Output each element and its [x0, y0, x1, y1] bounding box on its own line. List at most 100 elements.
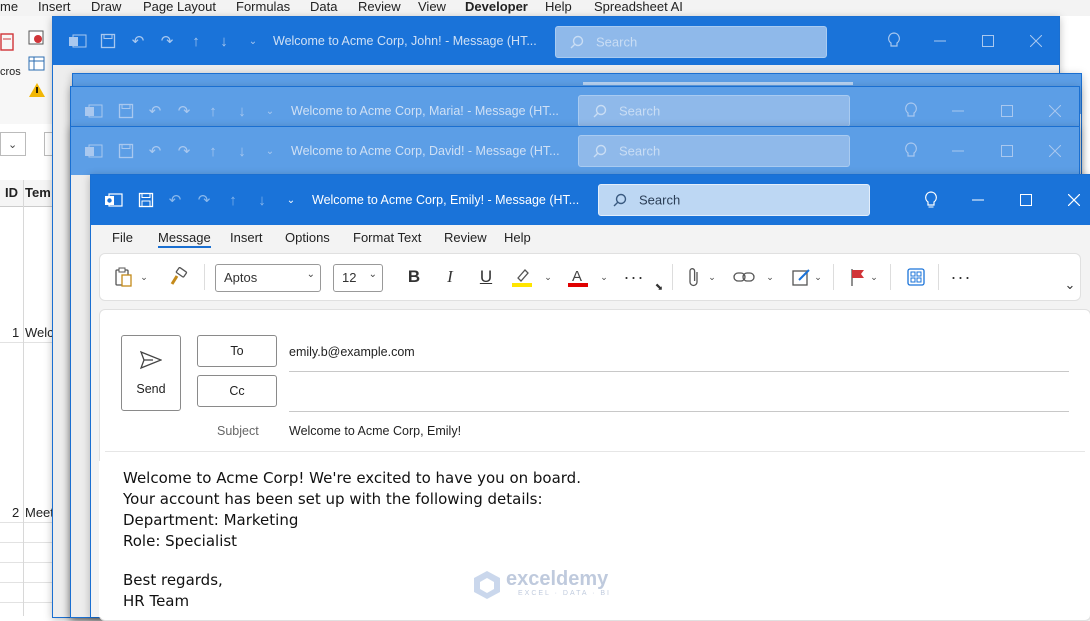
search-box-david[interactable]: Search	[578, 135, 850, 167]
minimize-icon[interactable]	[929, 17, 951, 65]
excel-menu-spreadsheet-ai[interactable]: Spreadsheet AI	[594, 0, 683, 14]
titlebar-john[interactable]: ↶ ↷ ↑ ↓ ⌄ Welcome to Acme Corp, John! - …	[53, 17, 1059, 65]
cc-button[interactable]: Cc	[197, 375, 277, 407]
paste-dropdown-icon[interactable]: ⌄	[138, 254, 150, 300]
title-david: Welcome to Acme Corp, David! - Message (…	[291, 144, 560, 158]
excel-menu-help[interactable]: Help	[545, 0, 572, 14]
save-icon[interactable]	[115, 127, 137, 175]
more-options-icon[interactable]: ···	[622, 254, 646, 300]
redo-icon[interactable]: ↷	[156, 17, 178, 65]
tab-file[interactable]: File	[112, 230, 133, 245]
undo-icon[interactable]: ↶	[127, 17, 149, 65]
save-icon[interactable]	[135, 175, 157, 225]
record-macro-icon[interactable]	[28, 30, 46, 46]
attach-dropdown-icon[interactable]: ⌄	[706, 254, 718, 300]
excel-menu-page-layout[interactable]: Page Layout	[143, 0, 216, 14]
undo-icon[interactable]: ↶	[164, 175, 186, 225]
down-arrow-icon[interactable]: ↓	[231, 127, 253, 175]
italic-icon[interactable]: I	[438, 254, 462, 300]
excel-menu-review[interactable]: Review	[358, 0, 401, 14]
tab-options[interactable]: Options	[285, 230, 330, 245]
font-name-select[interactable]: Aptos ⌄	[215, 264, 321, 292]
row2-id[interactable]: 2	[12, 505, 19, 520]
collapse-ribbon-icon[interactable]: ⌄	[1062, 262, 1078, 308]
excel-menu-home[interactable]: me	[0, 0, 18, 14]
save-icon[interactable]	[97, 17, 119, 65]
attach-file-icon[interactable]	[682, 254, 706, 300]
titlebar-emily[interactable]: ↶ ↷ ↑ ↓ ⌄ Welcome to Acme Corp, Emily! -…	[91, 175, 1090, 225]
apps-icon[interactable]	[904, 254, 928, 300]
more-commands-icon[interactable]: ···	[948, 254, 974, 300]
up-arrow-icon[interactable]: ↑	[202, 127, 224, 175]
row1-template[interactable]: Welc	[25, 325, 54, 340]
excel-menu-data[interactable]: Data	[310, 0, 337, 14]
up-arrow-icon[interactable]: ↑	[185, 17, 207, 65]
cc-field[interactable]	[289, 388, 1069, 408]
to-field[interactable]: emily.b@example.com	[289, 345, 415, 359]
search-box-maria[interactable]: Search	[578, 95, 850, 127]
excel-menu-developer[interactable]: Developer	[465, 0, 528, 14]
excel-menu-formulas[interactable]: Formulas	[236, 0, 290, 14]
excel-grid: ⌄ ID Tem 1 Welc 2 Meet	[0, 124, 60, 616]
redo-icon[interactable]: ↷	[193, 175, 215, 225]
customize-toolbar-icon[interactable]: ⌄	[259, 127, 281, 175]
highlight-icon[interactable]	[510, 254, 534, 300]
tab-insert[interactable]: Insert	[230, 230, 263, 245]
tab-message[interactable]: Message	[158, 230, 211, 248]
minimize-icon[interactable]	[947, 127, 969, 175]
down-arrow-icon[interactable]: ↓	[213, 17, 235, 65]
font-size-select[interactable]: 12 ⌄	[333, 264, 383, 292]
exceldemy-watermark: exceldemy EXCEL · DATA · BI	[472, 568, 632, 602]
titlebar-david[interactable]: ↶ ↷ ↑ ↓ ⌄ Welcome to Acme Corp, David! -…	[71, 127, 1079, 175]
row2-template[interactable]: Meet	[25, 505, 54, 520]
minimize-icon[interactable]	[967, 175, 989, 225]
row1-id[interactable]: 1	[12, 325, 19, 340]
highlight-dropdown-icon[interactable]: ⌄	[542, 254, 554, 300]
down-arrow-icon[interactable]: ↓	[251, 175, 273, 225]
tab-help[interactable]: Help	[504, 230, 531, 245]
tab-review[interactable]: Review	[444, 230, 487, 245]
font-color-dropdown-icon[interactable]: ⌄	[598, 254, 610, 300]
dialog-launcher-icon[interactable]: ⬊	[652, 264, 666, 310]
to-button[interactable]: To	[197, 335, 277, 367]
paste-icon[interactable]	[110, 254, 136, 300]
signature-icon[interactable]	[790, 254, 814, 300]
maximize-icon[interactable]	[977, 17, 999, 65]
excel-menu-view[interactable]: View	[418, 0, 446, 14]
close-icon[interactable]	[1063, 175, 1085, 225]
undo-icon[interactable]: ↶	[144, 127, 166, 175]
link-dropdown-icon[interactable]: ⌄	[764, 254, 776, 300]
watermark-tagline: EXCEL · DATA · BI	[518, 590, 611, 597]
customize-toolbar-icon[interactable]: ⌄	[280, 175, 302, 225]
search-box-john[interactable]: Search	[555, 26, 827, 58]
maximize-icon[interactable]	[996, 127, 1018, 175]
font-color-icon[interactable]: A	[566, 254, 590, 300]
excel-menu-draw[interactable]: Draw	[91, 0, 121, 14]
flag-icon[interactable]	[846, 254, 870, 300]
maximize-icon[interactable]	[1015, 175, 1037, 225]
redo-icon[interactable]: ↷	[173, 127, 195, 175]
link-icon[interactable]	[732, 254, 756, 300]
format-painter-icon[interactable]	[166, 254, 190, 300]
customize-toolbar-icon[interactable]: ⌄	[242, 17, 264, 65]
excel-menu-insert[interactable]: Insert	[38, 0, 71, 14]
send-button[interactable]: Send	[121, 335, 181, 411]
close-icon[interactable]	[1025, 17, 1047, 65]
lightbulb-icon[interactable]	[920, 175, 942, 225]
table-icon[interactable]	[28, 56, 46, 72]
close-icon[interactable]	[1044, 127, 1066, 175]
window-emily[interactable]: ↶ ↷ ↑ ↓ ⌄ Welcome to Acme Corp, Emily! -…	[90, 174, 1090, 621]
underline-icon[interactable]: U	[474, 254, 498, 300]
search-box-emily[interactable]: Search	[598, 184, 870, 216]
flag-dropdown-icon[interactable]: ⌄	[868, 254, 880, 300]
tab-format-text[interactable]: Format Text	[353, 230, 421, 245]
name-box-dropdown[interactable]: ⌄	[0, 132, 26, 156]
signature-dropdown-icon[interactable]: ⌄	[812, 254, 824, 300]
subject-field[interactable]: Welcome to Acme Corp, Emily!	[289, 424, 461, 438]
lightbulb-icon[interactable]	[883, 17, 905, 65]
macro-icon[interactable]	[0, 30, 16, 60]
bold-icon[interactable]: B	[402, 254, 426, 300]
lightbulb-icon[interactable]	[900, 127, 922, 175]
macros-label: cros	[0, 66, 21, 78]
up-arrow-icon[interactable]: ↑	[222, 175, 244, 225]
